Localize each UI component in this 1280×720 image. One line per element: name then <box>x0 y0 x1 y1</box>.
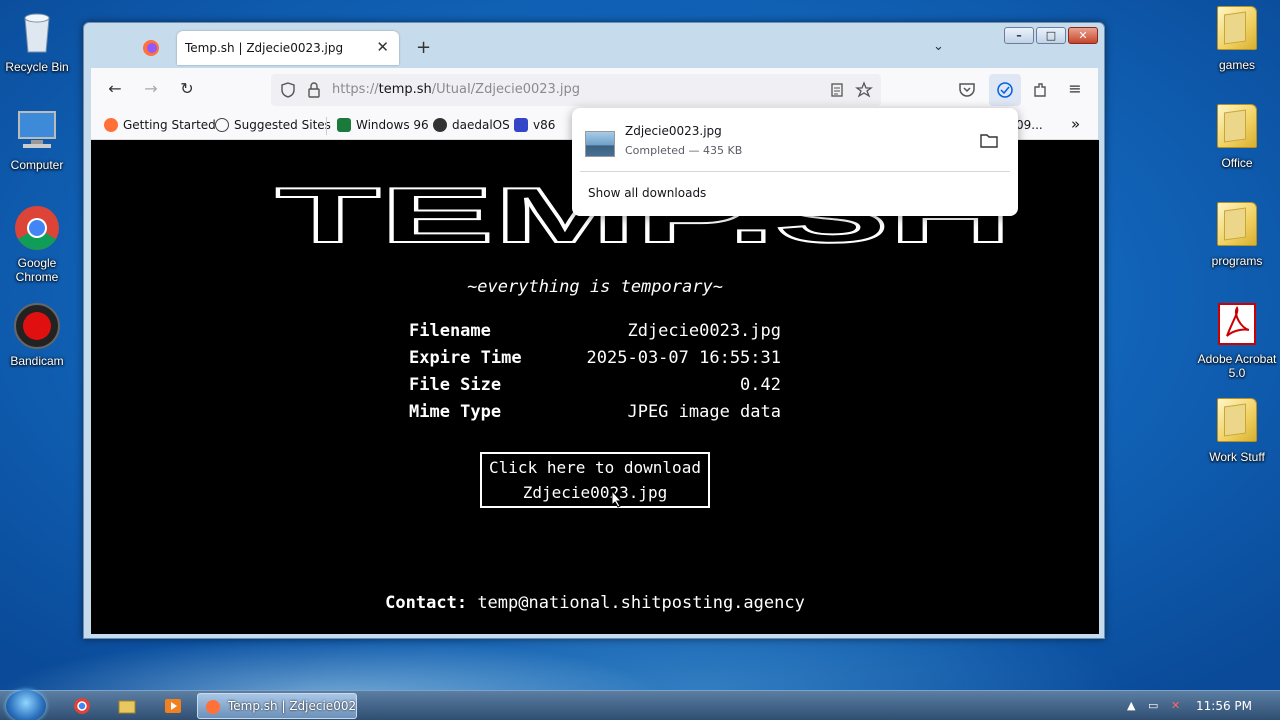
shield-icon[interactable] <box>280 82 296 98</box>
desktop-icon-label: Work Stuff <box>1209 450 1265 464</box>
acrobat-icon <box>1213 300 1261 348</box>
reload-button[interactable]: ↻ <box>175 79 199 98</box>
show-all-downloads-link[interactable]: Show all downloads <box>588 186 706 200</box>
open-folder-icon[interactable] <box>980 132 998 148</box>
desktop-icon-programs[interactable]: programs <box>1197 202 1277 268</box>
desktop-icon-google-chrome[interactable]: Google Chrome <box>0 204 77 284</box>
info-row: Mime Type JPEG image data <box>409 402 781 422</box>
url-text: https://temp.sh/UtuaI/Zdjecie0023.jpg <box>332 82 581 97</box>
list-all-tabs-chevron-icon[interactable]: ⌄ <box>933 39 944 54</box>
folder-icon <box>1217 6 1257 50</box>
clock[interactable]: 11:56 PM <box>1196 699 1252 713</box>
bookmark-daedalos[interactable]: daedalOS <box>433 118 510 132</box>
reader-view-icon[interactable] <box>829 82 845 98</box>
tab-active[interactable]: Temp.sh | Zdjecie0023.jpg ✕ <box>177 31 399 65</box>
desktop-icon-label: games <box>1218 58 1256 72</box>
panel-divider <box>580 171 1010 172</box>
lock-icon[interactable] <box>307 82 321 98</box>
forward-button[interactable]: → <box>139 79 163 98</box>
bookmark-v86[interactable]: v86 <box>514 118 555 132</box>
folder-icon <box>1217 104 1257 148</box>
recycle-bin-icon <box>13 8 61 56</box>
taskbar-firefox-task[interactable]: Temp.sh | Zdjecie002... <box>197 693 357 719</box>
back-button[interactable]: ← <box>103 79 127 98</box>
mouse-cursor-icon <box>611 490 623 508</box>
folder-icon <box>1217 398 1257 442</box>
tab-title: Temp.sh | Zdjecie0023.jpg <box>185 41 344 55</box>
chrome-icon[interactable] <box>72 696 92 716</box>
url-bar[interactable]: https://temp.sh/UtuaI/Zdjecie0023.jpg <box>271 74 881 106</box>
network-icon[interactable]: ▭ <box>1148 699 1158 712</box>
desktop-icon-label: Adobe Acrobat 5.0 <box>1197 352 1277 380</box>
download-status: Completed — 435 KB <box>625 144 743 157</box>
media-player-icon[interactable] <box>163 696 183 716</box>
tab-close-icon[interactable]: ✕ <box>376 38 389 56</box>
desktop-icon-label: Computer <box>10 158 64 172</box>
firefox-view-button[interactable] <box>131 33 171 63</box>
desktop-icon-label: Google Chrome <box>15 256 59 284</box>
download-filename[interactable]: Zdjecie0023.jpg <box>625 124 722 138</box>
desktop-icon-office[interactable]: Office <box>1197 104 1277 170</box>
show-hidden-icons-icon[interactable]: ▲ <box>1127 699 1135 712</box>
info-row: Filename Zdjecie0023.jpg <box>409 321 781 341</box>
volume-muted-icon[interactable]: ✕ <box>1171 699 1180 712</box>
pocket-icon[interactable] <box>958 81 976 99</box>
desktop-icon-games[interactable]: games <box>1197 6 1277 72</box>
v86-icon <box>514 118 528 132</box>
desktop-icon-label: programs <box>1211 254 1263 268</box>
desktop-icon-work-stuff[interactable]: Work Stuff <box>1197 398 1277 464</box>
computer-icon <box>13 106 61 154</box>
navigation-toolbar: ← → ↻ https://temp.sh/UtuaI/Zdjecie0023.… <box>91 68 1098 112</box>
new-tab-button[interactable]: + <box>416 37 431 58</box>
bookmark-truncated[interactable]: 09... <box>1016 118 1043 132</box>
folder-icon <box>1217 202 1257 246</box>
bookmark-separator <box>326 117 327 135</box>
desktop-icon-label: Recycle Bin <box>5 60 69 74</box>
globe-icon <box>215 118 229 132</box>
desktop-icon-label: Office <box>1221 156 1253 170</box>
info-row: File Size 0.42 <box>409 375 781 395</box>
firefox-icon <box>206 700 220 714</box>
contact-email[interactable]: temp@national.shitposting.agency <box>477 593 805 613</box>
bookmark-suggested-sites[interactable]: Suggested Sites <box>215 118 331 132</box>
image-file-icon <box>585 131 615 157</box>
bandicam-icon <box>13 302 61 350</box>
tab-strip: Temp.sh | Zdjecie0023.jpg ✕ + ⌄ <box>91 31 1096 65</box>
downloads-panel: Zdjecie0023.jpg Completed — 435 KB Show … <box>572 108 1018 216</box>
firefox-icon <box>104 118 118 132</box>
desktop-icon-adobe-acrobat[interactable]: Adobe Acrobat 5.0 <box>1197 300 1277 380</box>
firefox-icon <box>143 40 159 56</box>
download-link-button[interactable]: Click here to download Zdjecie0023.jpg <box>480 452 710 508</box>
bookmark-getting-started[interactable]: Getting Started <box>104 118 216 132</box>
desktop-icon-computer[interactable]: Computer <box>0 106 77 172</box>
desktop-icon-label: Bandicam <box>10 354 64 368</box>
contact-line: Contact: temp@national.shitposting.agenc… <box>385 593 805 613</box>
file-info-table: Filename Zdjecie0023.jpg Expire Time 2025-… <box>409 318 781 426</box>
bookmark-windows-96[interactable]: Windows 96 <box>337 118 429 132</box>
explorer-icon[interactable] <box>117 696 137 716</box>
windows-96-icon <box>337 118 351 132</box>
downloads-button[interactable] <box>989 74 1021 106</box>
download-complete-icon <box>997 82 1013 98</box>
extensions-icon[interactable] <box>1031 81 1049 99</box>
tagline: ~everything is temporary~ <box>467 277 723 297</box>
app-menu-icon[interactable]: ≡ <box>1063 79 1087 98</box>
desktop-icon-recycle-bin[interactable]: Recycle Bin <box>0 8 77 74</box>
bookmark-star-icon[interactable] <box>855 81 873 99</box>
info-row: Expire Time 2025-03-07 16:55:31 <box>409 348 781 368</box>
chrome-icon <box>13 204 61 252</box>
taskbar: Temp.sh | Zdjecie002... ▲ ▭ ✕ 11:56 PM <box>0 690 1280 720</box>
daedalos-icon <box>433 118 447 132</box>
desktop-icon-bandicam[interactable]: Bandicam <box>0 302 77 368</box>
start-button[interactable] <box>6 690 46 720</box>
bookmarks-overflow-chevron-icon[interactable]: » <box>1071 115 1080 133</box>
